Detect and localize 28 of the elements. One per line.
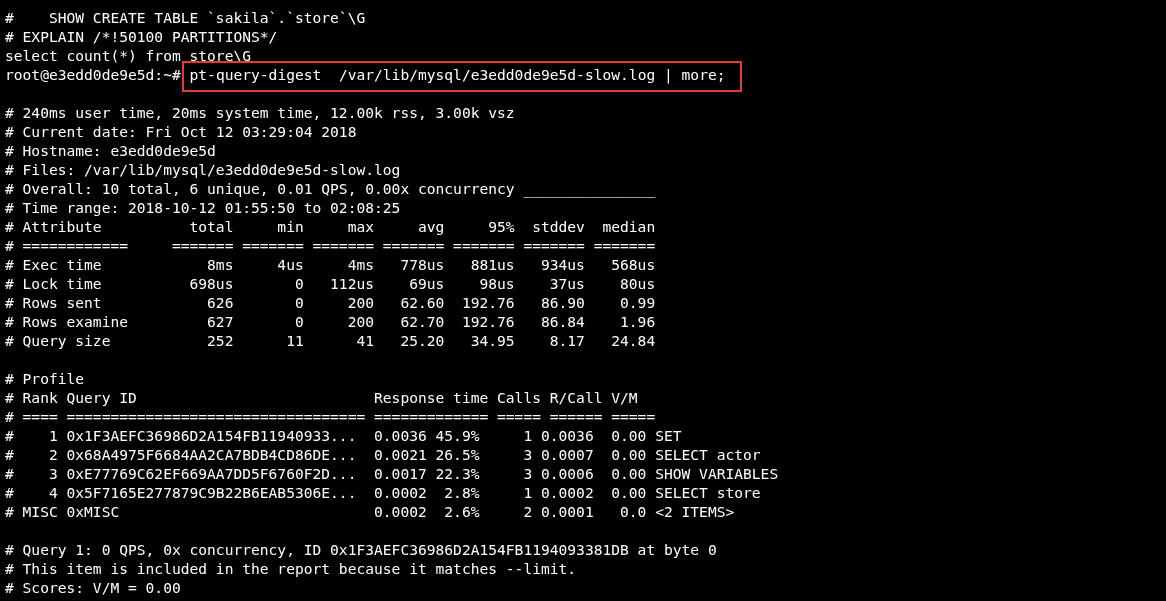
terminal-line: # Rows sent 626 0 200 62.60 192.76 86.90 0.99 [5, 293, 657, 312]
terminal-line: # Hostname: e3edd0de9e5d [5, 141, 217, 160]
terminal-line: # MISC 0xMISC 0.0002 2.6% 2 0.0001 0.0 <2 ITEMS> [5, 502, 736, 521]
terminal-line: # ==== ================================== ============= ===== ====== ===== [5, 407, 657, 426]
highlighted-command: pt-query-digest /var/lib/mysql/e3edd0de9e5d-slow.log | more; [181, 61, 742, 92]
terminal-line: # Time range: 2018-10-12 01:55:50 to 02:08:25 [5, 198, 402, 217]
terminal-line: # Rows examine 627 0 200 62.70 192.76 86.84 1.96 [5, 312, 657, 331]
terminal-line: # Lock time 698us 0 112us 69us 98us 37us 80us [5, 274, 657, 293]
terminal-line: # Exec time 8ms 4us 4ms 778us 881us 934us 568us [5, 255, 657, 274]
terminal-line: # This item is included in the report because it matches --limit. [5, 559, 578, 578]
terminal-line: # Profile [5, 369, 86, 388]
terminal-line: # EXPLAIN /*!50100 PARTITIONS*/ [5, 27, 279, 46]
terminal-line: # 240ms user time, 20ms system time, 12.00k rss, 3.00k vsz [5, 103, 516, 122]
terminal-line: # Scores: V/M = 0.00 [5, 578, 182, 597]
terminal-line: # 2 0x68A4975F6684AA2CA7BDB4CD86DE... 0.0021 26.5% 3 0.0007 0.00 SELECT actor [5, 445, 762, 464]
terminal-line: # Overall: 10 total, 6 unique, 0.01 QPS, 0.00x concurrency _______________ [5, 179, 657, 198]
terminal-line: # Files: /var/lib/mysql/e3edd0de9e5d-slow.log [5, 160, 402, 179]
terminal-line: # Query 1: 0 QPS, 0x concurrency, ID 0x1F3AEFC36986D2A154FB1194093381DB at byte 0 [5, 540, 718, 559]
terminal-line: # ============ ======= ======= ======= ======= ======= ======= ======= [5, 236, 657, 255]
terminal-line: # Current date: Fri Oct 12 03:29:04 2018 [5, 122, 358, 141]
terminal-line: # 3 0xE77769C62EF669AA7DD5F6760F2D... 0.0017 22.3% 3 0.0006 0.00 SHOW VARIABLES [5, 464, 780, 483]
shell-prompt: root@e3edd0de9e5d:~# [5, 66, 181, 83]
terminal-line: # SHOW CREATE TABLE `sakila`.`store`\G [5, 8, 367, 27]
terminal-line: # Query size 252 11 41 25.20 34.95 8.17 24.84 [5, 331, 657, 350]
terminal-line: # 1 0x1F3AEFC36986D2A154FB11940933... 0.0036 45.9% 1 0.0036 0.00 SET [5, 426, 683, 445]
terminal-line: # Attribute total min max avg 95% stddev median [5, 217, 657, 236]
terminal-line: # 4 0x5F7165E277879C9B22B6EAB5306E... 0.0002 2.8% 1 0.0002 0.00 SELECT store [5, 483, 762, 502]
terminal-line: # Rank Query ID Response time Calls R/Call V/M [5, 388, 639, 407]
